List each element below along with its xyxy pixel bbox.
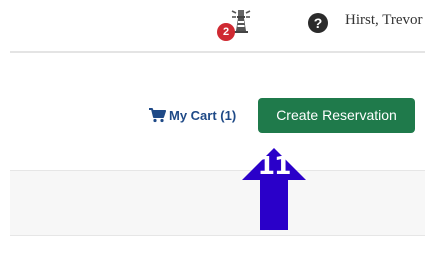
notification-badge[interactable]: 2 bbox=[217, 23, 235, 41]
annotation-step-number: 11 bbox=[257, 151, 292, 180]
row-divider bbox=[10, 235, 425, 236]
my-cart-link[interactable]: My Cart (1) bbox=[148, 107, 236, 123]
create-reservation-button[interactable]: Create Reservation bbox=[258, 98, 415, 133]
header-divider bbox=[10, 51, 425, 53]
cart-icon bbox=[149, 108, 166, 123]
my-cart-label: My Cart (1) bbox=[169, 107, 237, 123]
table-row bbox=[10, 171, 425, 235]
help-icon[interactable]: ? bbox=[308, 13, 328, 33]
user-menu[interactable]: Hirst, Trevor bbox=[345, 12, 423, 29]
top-header: 2 ? Hirst, Trevor bbox=[0, 0, 425, 52]
